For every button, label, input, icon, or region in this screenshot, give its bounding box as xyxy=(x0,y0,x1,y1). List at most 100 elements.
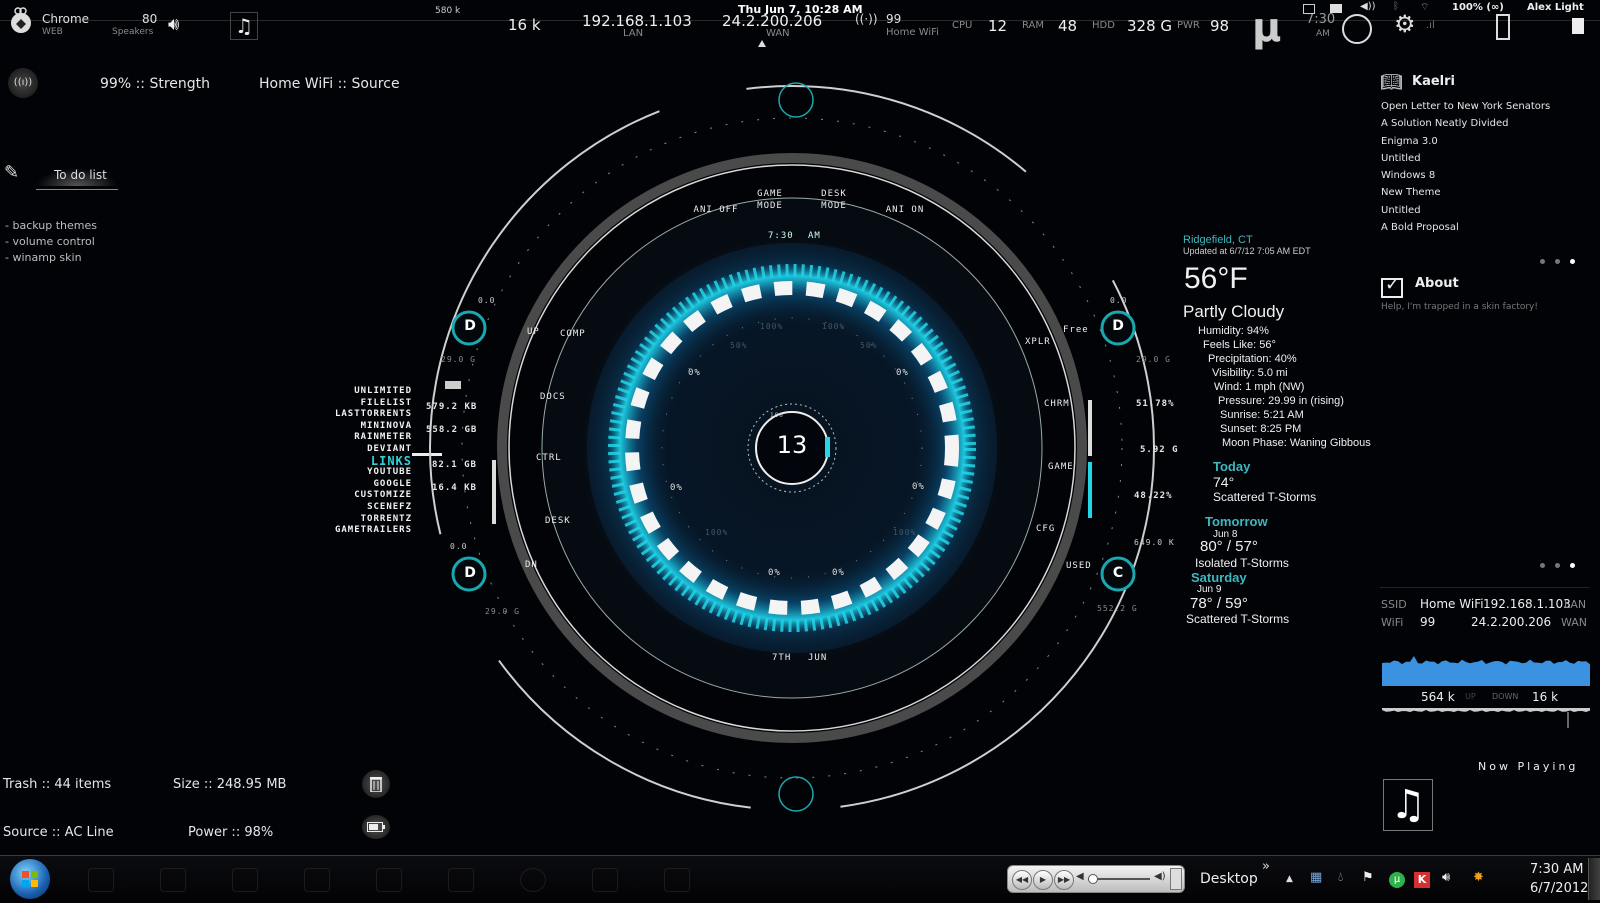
player-restore-button[interactable] xyxy=(1170,868,1182,890)
trash-can-icon xyxy=(370,777,382,792)
feed-item[interactable]: Windows 8 xyxy=(1381,167,1550,184)
next-track-button[interactable]: ▶▶ xyxy=(1054,870,1074,890)
link-youtube[interactable]: YOUTUBE xyxy=(300,467,412,479)
bluetooth-icon[interactable]: ᛒ xyxy=(1393,1,1399,12)
trash-shortcut-icon[interactable] xyxy=(1572,18,1584,34)
drive-br-letter[interactable]: C xyxy=(1111,565,1125,581)
power-button[interactable] xyxy=(362,815,390,839)
forecast-day: Saturday xyxy=(1191,570,1247,585)
show-desktop-button[interactable] xyxy=(1588,858,1600,900)
toolbar-chevron[interactable]: » xyxy=(1262,859,1270,874)
links-header: LINKS xyxy=(370,453,412,468)
taskbar-app-icon[interactable] xyxy=(376,868,402,892)
monitor-icon[interactable] xyxy=(1303,4,1315,14)
feed-item[interactable]: Open Letter to New York Senators xyxy=(1381,98,1550,115)
music-player-button[interactable]: ♫ xyxy=(230,12,258,40)
taskbar-app-icon[interactable] xyxy=(664,868,690,892)
taskbar-app-icon[interactable] xyxy=(304,868,330,892)
volume-slider-thumb[interactable] xyxy=(1088,874,1098,884)
link-torrentz[interactable]: TORRENTZ xyxy=(300,514,412,526)
link-lasttorrents[interactable]: LASTTORRENTS xyxy=(300,409,412,421)
chrome-launcher[interactable] xyxy=(8,6,34,34)
hud-button-cfg[interactable]: CFG xyxy=(1036,524,1055,534)
link-rainmeter[interactable]: RAINMETER xyxy=(300,432,412,444)
link-customize[interactable]: CUSTOMIZE xyxy=(300,490,412,502)
feed-item[interactable]: Enigma 3.0 xyxy=(1381,133,1550,150)
hud-button-desk-mode[interactable]: DESK MODE xyxy=(810,188,858,212)
link-scenefz[interactable]: SCENEFZ xyxy=(300,502,412,514)
hud-button-ani-off[interactable]: ANI OFF xyxy=(688,205,744,215)
folder-icon[interactable] xyxy=(1330,4,1342,13)
clock-dial-icon[interactable] xyxy=(1342,14,1372,44)
todo-item[interactable]: - backup themes xyxy=(5,218,97,234)
pager-dot[interactable] xyxy=(1540,563,1545,568)
weather-location[interactable]: Ridgefield, CT xyxy=(1183,234,1311,246)
drive-tl-letter[interactable]: D xyxy=(463,318,477,334)
hud-button-docs[interactable]: DOCS xyxy=(540,392,566,402)
speaker-icon[interactable]: 🔊︎ xyxy=(168,14,179,35)
volume-tray-icon[interactable]: 🔊︎ xyxy=(1442,870,1450,885)
hud-button-ctrl[interactable]: CTRL xyxy=(536,453,562,463)
hud-button-game-mode[interactable]: GAME MODE xyxy=(746,188,794,212)
tray-expand-icon[interactable]: ▲ xyxy=(1286,874,1293,884)
link-google[interactable]: GOOGLE xyxy=(300,479,412,491)
start-button[interactable] xyxy=(10,859,50,899)
volume-small-icon[interactable]: ◀)) xyxy=(1360,1,1376,12)
drive-bl-letter[interactable]: D xyxy=(463,565,477,581)
wifi-widget-icon[interactable]: ((ı)) xyxy=(8,68,38,98)
weather-tray-icon[interactable]: ✸ xyxy=(1473,870,1484,885)
link-gametrailers[interactable]: GAMETRAILERS xyxy=(300,525,412,537)
drive-tr-letter[interactable]: D xyxy=(1111,318,1125,334)
taskbar-date[interactable]: 6/7/2012 xyxy=(1530,881,1588,896)
mute-icon[interactable]: ◀ xyxy=(1076,871,1084,882)
pager-dot[interactable] xyxy=(1555,259,1560,264)
kaelri-title[interactable]: Kaelri xyxy=(1412,74,1455,89)
link-unlimited[interactable]: UNLIMITED xyxy=(300,386,412,398)
hud-button-game[interactable]: GAME xyxy=(1048,462,1074,472)
taskbar-app-icon[interactable] xyxy=(232,868,258,892)
play-button[interactable]: ▶ xyxy=(1033,870,1053,890)
feed-item[interactable]: A Bold Proposal xyxy=(1381,219,1550,236)
wifi-small-icon[interactable]: ⌔ xyxy=(1420,1,1429,14)
link-filelist[interactable]: FILELIST xyxy=(300,398,412,410)
taskbar-app-icon[interactable] xyxy=(88,868,114,892)
feed-item[interactable]: Untitled xyxy=(1381,202,1550,219)
previous-track-button[interactable]: ◀◀ xyxy=(1012,870,1032,890)
feed-item[interactable]: New Theme xyxy=(1381,184,1550,201)
about-title[interactable]: About xyxy=(1415,276,1459,291)
hud-button-chrm[interactable]: CHRM xyxy=(1044,399,1070,409)
hud-button-comp[interactable]: COMP xyxy=(560,329,586,339)
empty-trash-button[interactable] xyxy=(362,770,390,798)
user-name[interactable]: Alex Light xyxy=(1527,2,1584,13)
feed-item[interactable]: A Solution Neatly Divided xyxy=(1381,115,1550,132)
droplet-tray-icon[interactable]: 💧︎ xyxy=(1338,870,1343,885)
pager-dot-active[interactable] xyxy=(1570,259,1575,264)
volume-max-icon[interactable]: ◀) xyxy=(1154,871,1166,882)
link-mininova[interactable]: MININOVA xyxy=(300,421,412,433)
hud-button-xplr[interactable]: XPLR xyxy=(1025,337,1051,347)
taskbar-app-icon[interactable] xyxy=(160,868,186,892)
taskbar-app-icon[interactable] xyxy=(592,868,618,892)
taskbar-app-icon[interactable] xyxy=(448,868,474,892)
kaspersky-tray-icon[interactable]: K xyxy=(1414,872,1430,888)
feed-item[interactable]: Untitled xyxy=(1381,150,1550,167)
todo-item[interactable]: - winamp skin xyxy=(5,250,97,266)
now-playing-art[interactable]: ♫ xyxy=(1383,779,1433,831)
utorrent-launcher[interactable]: µ xyxy=(1252,8,1292,48)
settings-gear-icon[interactable]: ⚙ xyxy=(1394,10,1416,38)
todo-item[interactable]: - volume control xyxy=(5,234,97,250)
down-value: 16 k xyxy=(1532,690,1559,704)
action-center-flag-icon[interactable]: ⚑ xyxy=(1362,870,1374,885)
hud-button-desk[interactable]: DESK xyxy=(545,516,571,526)
taskbar-app-icon[interactable] xyxy=(520,868,546,892)
todo-title[interactable]: To do list xyxy=(54,168,107,182)
network-tray-icon[interactable]: ▦ xyxy=(1310,870,1322,885)
pager-dot-active[interactable] xyxy=(1570,563,1575,568)
utorrent-tray-icon[interactable]: µ xyxy=(1389,872,1405,888)
pager-dot[interactable] xyxy=(1540,259,1545,264)
hud-button-ani-on[interactable]: ANI ON xyxy=(880,205,930,215)
desktop-toolbar[interactable]: Desktop xyxy=(1200,871,1258,887)
chrome-label[interactable]: Chrome xyxy=(42,12,89,26)
pager-dot[interactable] xyxy=(1555,563,1560,568)
taskbar-time[interactable]: 7:30 AM xyxy=(1530,862,1583,877)
